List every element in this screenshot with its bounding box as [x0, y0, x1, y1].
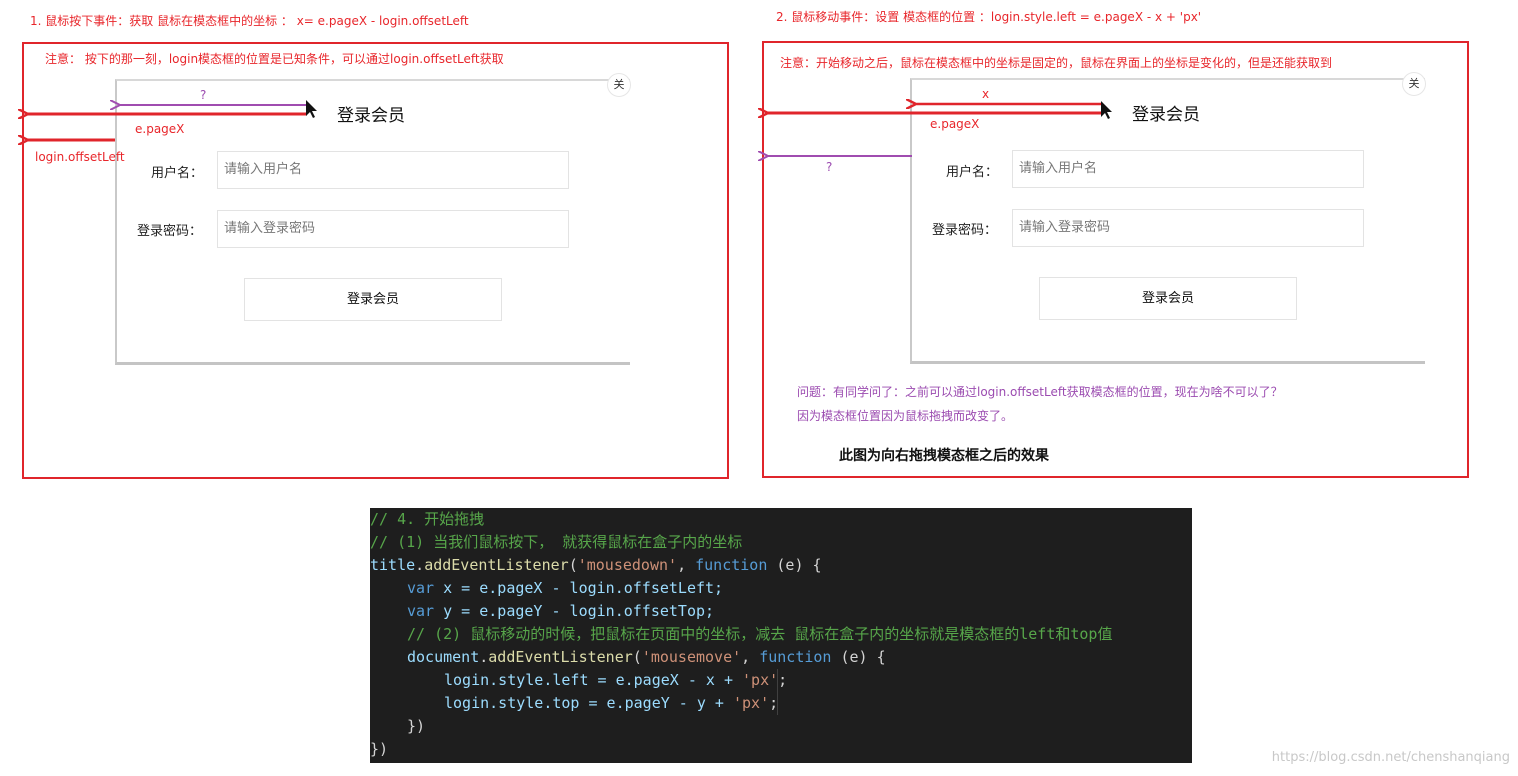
right-login-modal: 关 登录会员 用户名： 请输入用户名 登录密码： 请输入登录密码 登录会员	[910, 72, 1426, 364]
password-input[interactable]: 请输入登录密码	[217, 210, 569, 248]
username-input[interactable]: 请输入用户名	[217, 151, 569, 189]
login-submit-button[interactable]: 登录会员	[244, 278, 502, 321]
code-line-10: })	[407, 717, 426, 735]
code-line-11: })	[370, 740, 389, 758]
close-icon[interactable]: 关	[607, 73, 631, 97]
right-question-label: ?	[826, 160, 833, 174]
left-login-modal: 关 登录会员 用户名： 请输入用户名 登录密码： 请输入登录密码 登录会员	[115, 73, 631, 365]
code-line-2: // (1) 当我们鼠标按下， 就获得鼠标在盒子内的坐标	[370, 533, 743, 551]
code-line-6: // (2) 鼠标移动的时候，把鼠标在页面中的坐标，减去 鼠标在盒子内的坐标就是…	[407, 625, 1113, 643]
code-line-5: var y = e.pageY - login.offsetTop;	[407, 602, 715, 620]
code-line-7: document.addEventListener('mousemove', f…	[407, 648, 886, 666]
code-line-4: var x = e.pageX - login.offsetLeft;	[407, 579, 724, 597]
username-input[interactable]: 请输入用户名	[1012, 150, 1364, 188]
code-line-9: login.style.top = e.pageY - y + 'px';	[444, 694, 779, 712]
code-line-8: login.style.left = e.pageX - x + 'px';	[444, 671, 788, 689]
right-x-label: x	[982, 87, 990, 101]
modal-title[interactable]: 登录会员	[1132, 100, 1200, 125]
code-line-3: title.addEventListener('mousedown', func…	[370, 556, 822, 574]
close-icon[interactable]: 关	[1402, 72, 1426, 96]
left-offsetleft-label: login.offsetLeft	[35, 150, 125, 164]
username-label: 用户名：	[151, 166, 204, 181]
right-heading: 2. 鼠标移动事件：设置 模态框的位置 ：login.style.left = …	[776, 10, 1202, 24]
code-line-1: // 4. 开始拖拽	[370, 510, 485, 528]
right-caption: 此图为向右拖拽模态框之后的效果	[839, 448, 1049, 464]
password-label: 登录密码：	[137, 224, 203, 239]
login-submit-button[interactable]: 登录会员	[1039, 277, 1297, 320]
right-question-line1: 问题：有同学问了：之前可以通过login.offsetLeft获取模态框的位置，…	[797, 385, 1283, 399]
password-input[interactable]: 请输入登录密码	[1012, 209, 1364, 247]
left-heading: 1. 鼠标按下事件：获取 鼠标在模态框中的坐标 ： x= e.pageX - l…	[30, 14, 469, 28]
modal-title[interactable]: 登录会员	[337, 101, 405, 126]
left-question-label: ?	[200, 88, 207, 102]
left-pagex-label: e.pageX	[135, 122, 185, 136]
right-question-line2: 因为模态框位置因为鼠标拖拽而改变了。	[797, 409, 1014, 423]
right-pagex-label: e.pageX	[930, 117, 980, 131]
code-snippet: // 4. 开始拖拽 // (1) 当我们鼠标按下， 就获得鼠标在盒子内的坐标 …	[370, 508, 1192, 763]
left-note: 注意： 按下的那一刻，login模态框的位置是已知条件，可以通过login.of…	[45, 52, 504, 66]
watermark: https://blog.csdn.net/chenshanqiang	[1271, 750, 1510, 765]
username-label: 用户名：	[946, 165, 999, 180]
right-note: 注意：开始移动之后，鼠标在模态框中的坐标是固定的，鼠标在界面上的坐标是变化的，但…	[780, 56, 1333, 70]
password-label: 登录密码：	[932, 223, 998, 238]
